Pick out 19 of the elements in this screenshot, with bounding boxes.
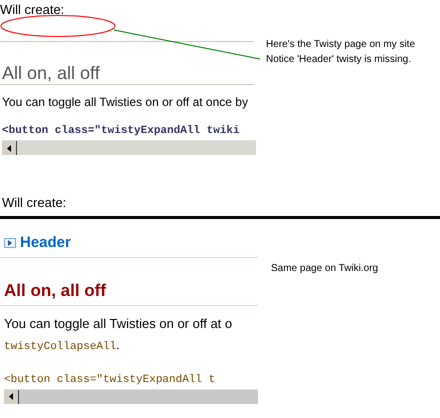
- section-heading: All on, all off: [3, 281, 107, 301]
- horizontal-scrollbar[interactable]: [4, 388, 258, 404]
- paragraph: You can toggle all Twisties on or off at once by: [1, 95, 249, 109]
- punctuation: .: [116, 337, 120, 354]
- paragraph: You can toggle all Twisties on or off at o: [3, 316, 234, 332]
- section-heading: All on, all off: [1, 62, 101, 84]
- twisty-link[interactable]: Header: [20, 232, 71, 254]
- caption: Will create:: [1, 195, 68, 211]
- left-arrow-icon: [9, 393, 13, 400]
- scroll-left-button[interactable]: [4, 390, 19, 404]
- caption: Will create:: [0, 2, 64, 18]
- code-line: <button class="twistyExpandAll t: [3, 374, 216, 386]
- callout-text: Same page on Twiki.org: [271, 262, 378, 276]
- scroll-left-button[interactable]: [2, 141, 17, 155]
- left-arrow-icon: [7, 144, 11, 152]
- horizontal-scrollbar[interactable]: [2, 140, 256, 155]
- code-line: <button class="twistyExpandAll twiki: [1, 125, 241, 138]
- inline-code: twistyCollapseAll: [4, 340, 116, 355]
- callout-text: Here's the Twisty page on my site Notice 'Header' twisty is missing.: [266, 38, 416, 67]
